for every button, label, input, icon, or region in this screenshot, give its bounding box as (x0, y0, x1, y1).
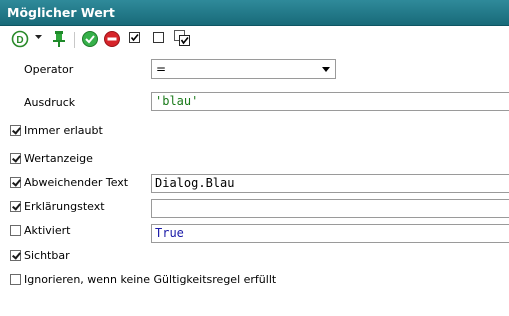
aktiviert-value: True (155, 226, 184, 240)
checkbox-unchecked-icon[interactable] (152, 31, 165, 49)
ignorieren-checkbox[interactable] (10, 274, 21, 285)
aktiviert-label: Aktiviert (24, 224, 71, 237)
toolbar-separator (74, 32, 75, 48)
check-circle-icon[interactable] (81, 30, 99, 48)
chevron-down-icon[interactable] (322, 67, 330, 72)
aktiviert-checkbox[interactable] (10, 225, 21, 236)
erklaerungstext-checkbox[interactable] (10, 201, 21, 212)
aktiviert-field[interactable]: True (151, 224, 509, 243)
checkbox-stack-icon[interactable] (173, 29, 191, 47)
toolbar: D (0, 26, 509, 52)
immer-erlaubt-label: Immer erlaubt (24, 124, 103, 137)
minus-circle-icon[interactable] (103, 30, 121, 48)
wertanzeige-checkbox[interactable] (10, 153, 21, 164)
abweichender-text-field[interactable]: Dialog.Blau (151, 174, 509, 193)
title-bar: Möglicher Wert (0, 0, 509, 26)
sichtbar-checkbox[interactable] (10, 250, 21, 261)
operator-value: = (156, 62, 167, 76)
erklaerungstext-label: Erklärungstext (24, 200, 105, 213)
window-title: Möglicher Wert (7, 5, 115, 20)
checkbox-checked-icon[interactable] (128, 31, 141, 49)
expression-value: 'blau' (155, 94, 199, 108)
erklaerungstext-field[interactable] (151, 199, 509, 218)
expression-label: Ausdruck (24, 96, 76, 109)
abweichender-text-label: Abweichender Text (24, 176, 129, 189)
sichtbar-label: Sichtbar (24, 249, 70, 262)
dropdown-arrow-icon[interactable] (35, 34, 43, 52)
pin-icon[interactable] (51, 30, 67, 48)
svg-text:D: D (16, 35, 23, 46)
wertanzeige-label: Wertanzeige (24, 152, 93, 165)
expression-field[interactable]: 'blau' (151, 92, 509, 111)
abweichender-text-value: Dialog.Blau (155, 176, 235, 190)
immer-erlaubt-checkbox[interactable] (10, 125, 21, 136)
abweichender-text-checkbox[interactable] (10, 177, 21, 188)
operator-label: Operator (24, 63, 74, 76)
operator-select[interactable]: = (151, 59, 336, 79)
d-circle-icon[interactable]: D (11, 30, 29, 48)
ignorieren-label: Ignorieren, wenn keine Gültigkeitsregel … (24, 273, 277, 286)
